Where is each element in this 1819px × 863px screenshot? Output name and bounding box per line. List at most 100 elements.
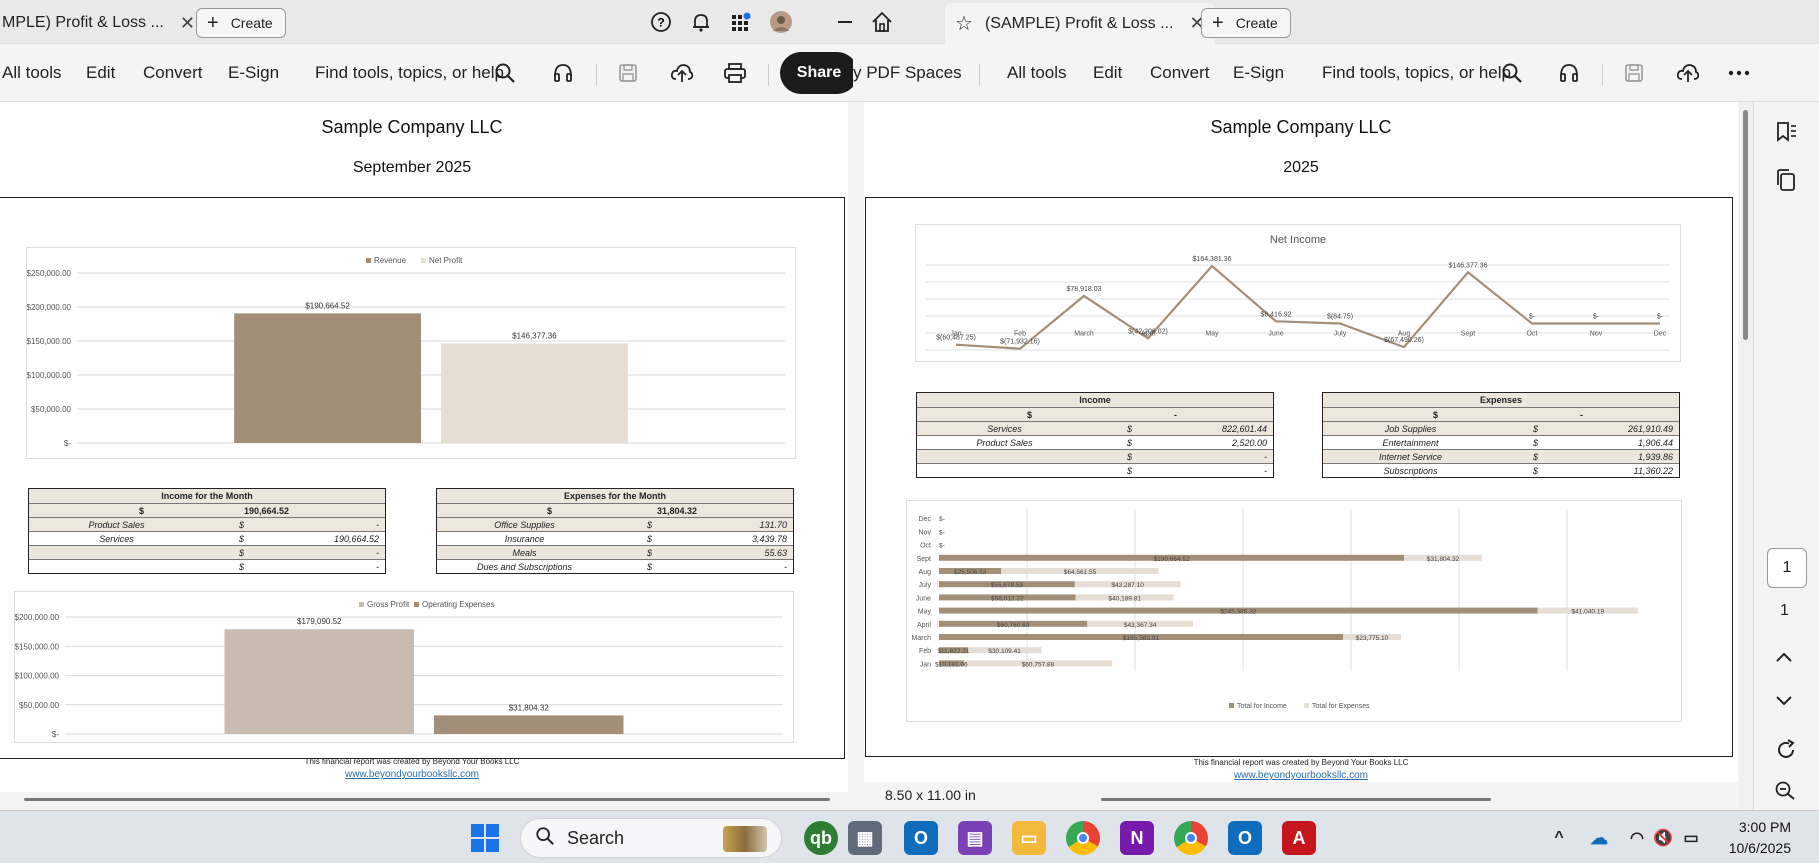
- search-highlight-icon: [723, 826, 767, 852]
- system-clock[interactable]: 3:00 PM 10/6/2025: [1729, 817, 1791, 859]
- windows-taskbar: Search qb ▦ O ▤ ▭ N O A ^ ☁ ◠ 🔇 ▭ 3:00 P…: [0, 810, 1819, 863]
- upload-cloud-icon[interactable]: [669, 60, 695, 86]
- row-currency: $: [1127, 451, 1133, 462]
- windows-start-icon[interactable]: [468, 821, 502, 855]
- outlook-icon[interactable]: O: [904, 821, 938, 855]
- menu-all-tools[interactable]: All tools: [1007, 63, 1067, 83]
- point-data-label: $6,416.92: [1260, 311, 1291, 318]
- more-options-icon[interactable]: [1726, 60, 1752, 86]
- expense-data-label: $30,109.41: [988, 648, 1021, 655]
- chevron-up-icon[interactable]: [1774, 648, 1794, 669]
- chrome-profile-icon[interactable]: [1174, 821, 1208, 855]
- star-icon[interactable]: ☆: [955, 11, 973, 36]
- x-tick-label: Dec: [1654, 331, 1667, 338]
- left-document-tab[interactable]: MPLE) Profit & Loss ... ✕: [2, 5, 195, 41]
- headphones-icon[interactable]: [1556, 60, 1582, 86]
- chevron-up-icon[interactable]: ^: [1542, 821, 1576, 855]
- right-document-tab[interactable]: ☆ (SAMPLE) Profit & Loss ... ✕: [945, 3, 1215, 44]
- notification-bell-icon[interactable]: [688, 9, 714, 35]
- footer-link[interactable]: www.beyondyourbooksllc.com: [1139, 770, 1463, 781]
- table-row: Product Sales $ -: [29, 517, 385, 531]
- share-button[interactable]: Share: [780, 52, 854, 94]
- left-create-button[interactable]: + Create: [196, 8, 286, 38]
- search-icon[interactable]: [492, 60, 518, 86]
- horizontal-scrollbar[interactable]: [24, 798, 830, 801]
- current-page-box[interactable]: 1: [1767, 548, 1807, 588]
- find-tools-search[interactable]: Find tools, topics, or help: [1322, 63, 1511, 83]
- row-value: -: [376, 561, 379, 572]
- save-icon[interactable]: [615, 60, 641, 86]
- battery-icon[interactable]: ▭: [1674, 821, 1708, 855]
- row-value: 1,939.86: [1637, 451, 1673, 462]
- y-category-label: Aug: [919, 569, 932, 576]
- row-currency: $: [1127, 465, 1133, 476]
- menu-edit[interactable]: Edit: [86, 63, 115, 83]
- calculator-icon[interactable]: ▦: [848, 821, 882, 855]
- right-tab-title: (SAMPLE) Profit & Loss ...: [984, 14, 1174, 32]
- row-value: -: [376, 519, 379, 530]
- legend-label: Total for Income: [1237, 703, 1287, 710]
- expense-data-label: $31,804.32: [1427, 556, 1460, 563]
- outlook-new-icon[interactable]: O: [1228, 821, 1262, 855]
- y-category-label: June: [916, 595, 931, 602]
- print-icon[interactable]: [722, 60, 748, 86]
- zoom-out-icon[interactable]: [1774, 780, 1796, 805]
- menu-convert[interactable]: Convert: [143, 63, 203, 83]
- upload-cloud-icon[interactable]: [1675, 60, 1701, 86]
- clipchamp-icon[interactable]: ▤: [958, 821, 992, 855]
- pdf-spaces-link[interactable]: y PDF Spaces: [853, 63, 962, 83]
- footer-link[interactable]: www.beyondyourbooksllc.com: [250, 769, 574, 780]
- x-tick-label: July: [1334, 331, 1347, 338]
- income-data-label: $25,506.53: [954, 569, 987, 576]
- company-name: Sample Company LLC: [1210, 117, 1392, 137]
- row-value: -: [1264, 465, 1267, 476]
- scroll-thumb[interactable]: [1743, 110, 1748, 340]
- menu-all-tools[interactable]: All tools: [2, 63, 62, 83]
- bookmark-panel-icon[interactable]: [1774, 120, 1798, 149]
- right-create-button[interactable]: + Create: [1201, 8, 1291, 38]
- apps-grid-icon[interactable]: [728, 9, 754, 35]
- table-row: Subscriptions $11,360.22: [1323, 463, 1679, 477]
- chevron-down-icon[interactable]: [1774, 692, 1794, 713]
- create-label: Create: [230, 15, 273, 31]
- chart-svg: Net IncomeJan$(60,487.25)Feb$(71,932.16)…: [926, 234, 1670, 351]
- acrobat-icon[interactable]: A: [1282, 821, 1316, 855]
- horizontal-scrollbar[interactable]: [1101, 798, 1491, 801]
- chrome-icon[interactable]: [1066, 821, 1100, 855]
- menu-esign[interactable]: E-Sign: [1233, 63, 1284, 83]
- onedrive-icon[interactable]: ☁: [1582, 821, 1616, 855]
- table-total-row: $ -: [917, 407, 1273, 421]
- row-currency: $: [1533, 437, 1539, 448]
- expense-data-label: $23,775.10: [1356, 635, 1389, 642]
- bar-gross-profit: [224, 629, 414, 734]
- income-data-label: $165,583.91: [1123, 635, 1160, 642]
- menu-esign[interactable]: E-Sign: [228, 63, 279, 83]
- menu-convert[interactable]: Convert: [1150, 63, 1210, 83]
- taskbar-search-box[interactable]: Search: [520, 818, 782, 858]
- headphones-icon[interactable]: [550, 60, 576, 86]
- refresh-icon[interactable]: [1774, 738, 1798, 767]
- quickbooks-icon[interactable]: qb: [804, 821, 838, 855]
- close-tab-icon[interactable]: ✕: [180, 13, 195, 34]
- vertical-scrollbar[interactable]: [1739, 102, 1753, 810]
- onenote-icon[interactable]: N: [1120, 821, 1154, 855]
- minimize-icon[interactable]: [838, 21, 852, 23]
- user-avatar[interactable]: [768, 9, 794, 35]
- file-explorer-icon[interactable]: ▭: [1012, 821, 1046, 855]
- y-category-label: Oct: [920, 543, 931, 550]
- copy-pages-icon[interactable]: [1774, 168, 1798, 197]
- menu-edit[interactable]: Edit: [1093, 63, 1122, 83]
- home-icon[interactable]: [869, 9, 895, 35]
- income-data-label: $11,822.21: [937, 648, 969, 655]
- help-icon[interactable]: ?: [648, 9, 674, 35]
- save-icon[interactable]: [1621, 60, 1647, 86]
- search-icon[interactable]: [1499, 60, 1525, 86]
- total-value: -: [1174, 409, 1177, 420]
- y-tick-label: $200,000.00: [15, 613, 60, 622]
- find-tools-search[interactable]: Find tools, topics, or help: [315, 63, 504, 83]
- legend-swatch: [366, 258, 371, 263]
- toolbar-divider: [979, 64, 980, 86]
- row-value: 131.70: [759, 519, 787, 530]
- y-tick-label: $100,000.00: [27, 371, 72, 380]
- row-currency: $: [239, 519, 245, 530]
